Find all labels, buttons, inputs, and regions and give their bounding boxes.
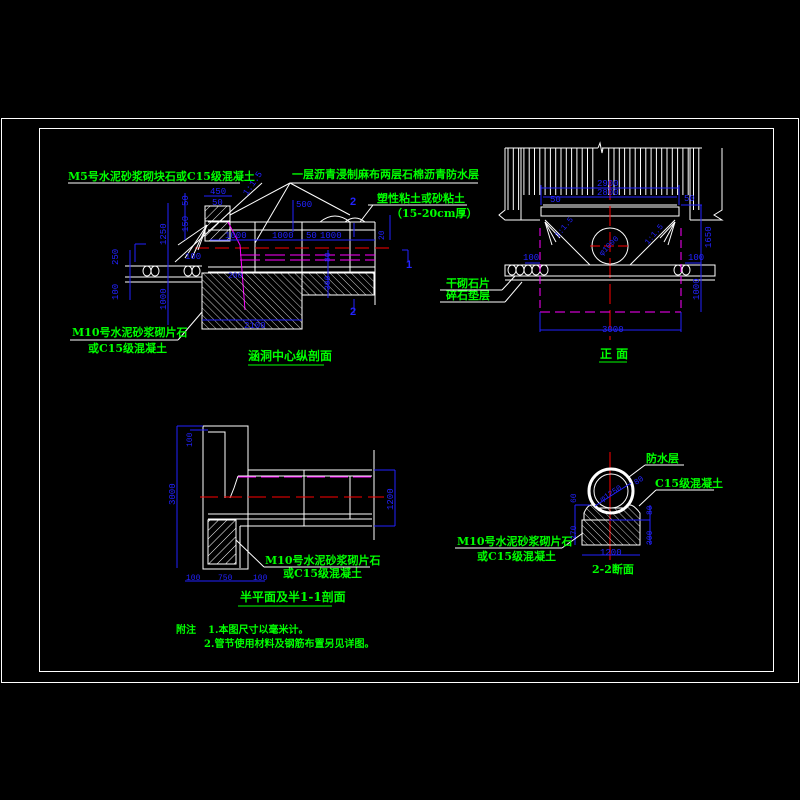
label-c15-section-2: 或C15级混凝土: [477, 549, 556, 563]
section-2-2: φ1250 80 60 80 270 300 1200 防水层 C15级混凝土 …: [455, 451, 723, 576]
label-c15-concrete: 或C15级混凝土: [88, 341, 167, 355]
dim-200: 200: [228, 272, 243, 281]
label-clay-thickness: （15-20cm厚）: [391, 207, 478, 220]
slope-left: 1:1.5: [553, 216, 575, 240]
note-2: 2.管节使用材料及钢筋布置另见详图。: [204, 637, 374, 650]
dim-100-inner: 100: [185, 252, 201, 262]
section-mark-2-bottom: 2: [350, 306, 356, 318]
dim-2800: 2800: [597, 188, 619, 198]
dim-100-left: 100: [523, 253, 539, 263]
dim-80-top: 80: [633, 475, 646, 488]
section-mark-1: 1: [406, 259, 412, 271]
front-view: φ1000 2900 2800 50 50 1650 100 100 1000 …: [440, 141, 724, 363]
dim-pipe-1250: φ1250: [599, 484, 624, 505]
dim-100-bottom-left: 100: [186, 574, 201, 583]
label-c15-section: C15级混凝土: [655, 476, 723, 490]
cad-drawing: M5号水泥砂浆砌块石或C15级混凝土 一层沥青浸制麻布两层石棉沥青防水层 塑性粘…: [1, 118, 799, 683]
label-m5-mortar: M5号水泥砂浆砌块石或C15级混凝土: [68, 169, 255, 183]
dim-60: 60: [570, 493, 579, 503]
dim-100-bottom-right: 100: [253, 574, 268, 583]
notes-prefix: 附注: [176, 623, 196, 636]
dim-250: 250: [111, 249, 121, 265]
title-half-plan: 半平面及半1-1剖面: [240, 589, 346, 604]
dim-50-mid: 50: [306, 231, 317, 241]
dim-300: 300: [324, 275, 333, 290]
note-1: 1.本图尺寸以毫米计。: [208, 623, 308, 636]
label-waterproof: 防水层: [646, 451, 679, 465]
dim-50-right: 50: [684, 194, 695, 204]
dim-3000-plan: 3000: [168, 483, 178, 505]
dim-1200-section: 1200: [600, 548, 622, 558]
title-longitudinal-section: 涵洞中心纵剖面: [248, 348, 332, 363]
title-front-view: 正 面: [600, 347, 628, 361]
dim-1000-b: 1000: [272, 231, 294, 241]
label-dry-stone: 干砌石片: [446, 276, 490, 290]
dim-2100: 2100: [244, 321, 266, 331]
dim-1000-c: 1000: [320, 231, 342, 241]
dim-1000-a: 1000: [225, 231, 247, 241]
label-c15-plan: 或C15级混凝土: [283, 566, 362, 580]
dim-80-right: 80: [646, 505, 655, 515]
label-waterproof-layer: 一层沥青浸制麻布两层石棉沥青防水层: [292, 167, 479, 181]
label-m10-plan: M10号水泥砂浆砌片石: [265, 553, 380, 567]
dim-100-left: 100: [111, 284, 121, 300]
dim-50-top: 50: [212, 198, 223, 208]
half-plan: 3000 100 1200 100 750 100 M10号水泥砂浆砌片石 或C…: [168, 425, 396, 607]
dim-100-top: 100: [186, 432, 195, 447]
dim-150: 150: [181, 216, 191, 232]
dim-50-left: 50: [550, 195, 561, 205]
dim-100-right: 100: [688, 253, 704, 263]
label-m10-mortar: M10号水泥砂浆砌片石: [72, 325, 187, 339]
dim-1200-plan: 1200: [386, 488, 396, 510]
dim-1000-vertical: 1000: [159, 288, 169, 310]
dim-1250: 1250: [159, 223, 169, 245]
dim-500: 500: [296, 200, 312, 210]
dim-1000: 1000: [692, 278, 702, 300]
label-m10-section: M10号水泥砂浆砌片石: [457, 534, 572, 548]
dim-80: 80: [324, 252, 333, 262]
dim-3000: 3000: [602, 325, 624, 335]
section-mark-2-top: 2: [350, 196, 356, 208]
dim-750: 750: [218, 574, 233, 583]
notes: 附注 1.本图尺寸以毫米计。 2.管节使用材料及钢筋布置另见详图。: [176, 623, 374, 650]
title-section-2-2: 2-2断面: [592, 562, 634, 576]
dim-1650: 1650: [704, 226, 714, 248]
dim-300: 300: [646, 530, 655, 545]
longitudinal-section: M5号水泥砂浆砌块石或C15级混凝土 一层沥青浸制麻布两层石棉沥青防水层 塑性粘…: [68, 167, 479, 366]
dim-pipe-diameter: φ1000: [598, 235, 621, 258]
dim-20: 20: [378, 230, 387, 240]
dim-450: 450: [210, 187, 226, 197]
dim-50-side: 50: [181, 195, 191, 206]
label-clay-fill: 塑性粘土或砂粘土: [377, 191, 465, 205]
